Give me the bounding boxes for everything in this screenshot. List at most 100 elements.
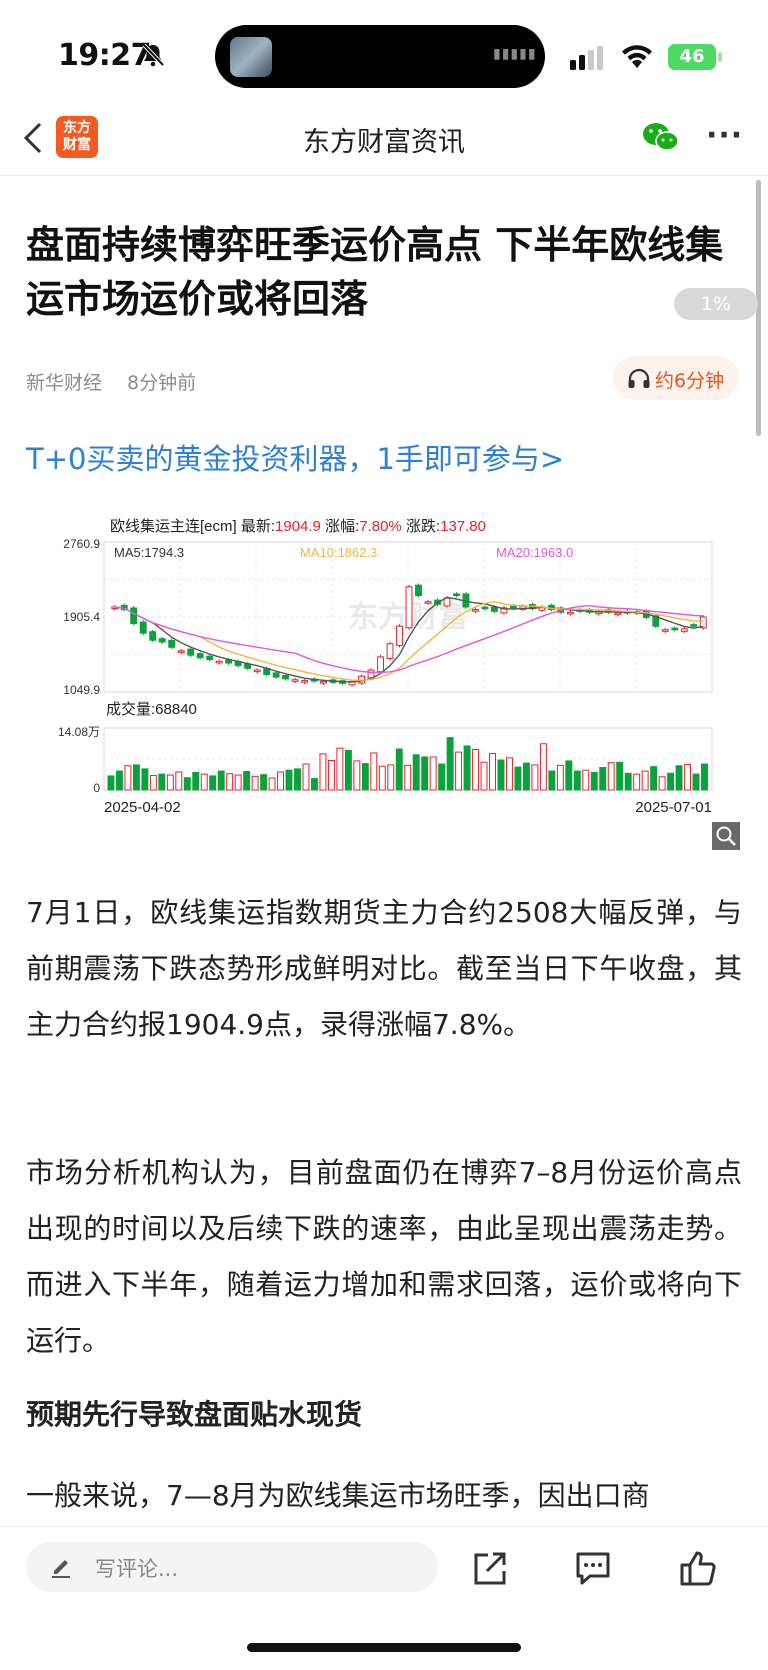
battery-tip <box>718 52 722 62</box>
x-axis-label: 2025-07-01 <box>635 799 712 816</box>
candle <box>158 638 166 643</box>
volume-bar <box>344 749 352 791</box>
volume-bar <box>310 778 318 791</box>
volume-bar <box>539 743 547 791</box>
volume-bar <box>633 773 641 791</box>
volume-bar <box>455 751 463 791</box>
volume-bar <box>692 773 700 791</box>
volume-bar <box>353 760 361 791</box>
volume-bar <box>277 771 285 791</box>
y-tick-label: 1049.9 <box>63 683 100 697</box>
volume-bar <box>166 774 174 791</box>
volume-label: 成交量:68840 <box>106 700 197 718</box>
article-paragraph-2: 市场分析机构认为，目前盘面仍在博弈7–8月份运价高点出现的时间以及后续下跌的速率… <box>26 1156 742 1357</box>
volume-bar <box>115 770 123 791</box>
candle <box>320 680 328 684</box>
signal-icon <box>570 46 606 70</box>
y-tick-label: 2760.9 <box>63 537 100 551</box>
like-icon[interactable] <box>678 1548 718 1588</box>
volume-bar <box>319 753 327 791</box>
candle <box>490 606 498 612</box>
volume-bar <box>590 771 598 791</box>
volume-bar <box>395 748 403 791</box>
volume-bar <box>183 777 191 791</box>
candle <box>443 597 451 607</box>
volume-bar <box>370 752 378 791</box>
volume-bar <box>124 765 132 791</box>
headphones-icon <box>627 367 651 389</box>
bell-muted-icon <box>140 42 166 68</box>
volume-bar <box>387 764 395 791</box>
candle <box>509 605 517 609</box>
article-source: 新华财经 <box>26 372 103 394</box>
article-paragraph-3: 一般来说，7—8月为欧线集运市场旺季，因出口商 <box>26 1479 650 1512</box>
futures-kline-chart[interactable]: 欧线集运主连[ecm] 最新:1904.9 涨幅:7.80% 涨跌:137.80… <box>50 510 756 850</box>
y-tick-label: 1905.4 <box>63 610 100 624</box>
home-indicator[interactable] <box>247 1643 521 1652</box>
volume-bar <box>107 775 115 791</box>
candle <box>168 639 176 648</box>
candle <box>614 612 622 616</box>
volume-bar <box>489 752 496 791</box>
volume-bar <box>658 776 666 791</box>
candle <box>415 584 422 597</box>
volume-bar <box>302 763 310 791</box>
volume-bar <box>200 773 208 791</box>
candle <box>177 650 185 653</box>
volume-bar <box>684 763 691 791</box>
volume-bar <box>175 771 183 791</box>
share-icon[interactable] <box>470 1548 510 1588</box>
candle <box>272 672 280 678</box>
volume-bar <box>506 757 513 791</box>
chart-header: 欧线集运主连[ecm] 最新:1904.9 涨幅:7.80% 涨跌:137.80 <box>110 518 486 535</box>
comment-icon[interactable] <box>573 1548 613 1588</box>
volume-bar <box>421 756 429 791</box>
candle <box>690 624 698 627</box>
volume-bar <box>132 764 140 791</box>
volume-bar <box>641 770 649 791</box>
volume-bar <box>616 761 624 791</box>
volume-tick-label: 14.08万 <box>58 725 100 739</box>
candle <box>130 607 138 625</box>
promo-link[interactable]: T+0买卖的黄金投资利器，1手即可参与> <box>26 436 564 478</box>
volume-bar <box>268 777 276 791</box>
volume-bar <box>573 770 581 791</box>
article-title: 盘面持续博弈旺季运价高点 下半年欧线集运市场运价或将回落 <box>26 223 724 321</box>
x-axis-label: 2025-04-02 <box>104 799 181 816</box>
wechat-share-icon[interactable] <box>642 120 680 154</box>
candle <box>566 611 574 615</box>
ma10-label: MA10:1862.3 <box>300 545 377 560</box>
comment-placeholder: 写评论... <box>95 1557 179 1581</box>
candle <box>196 653 204 659</box>
candle <box>386 643 394 660</box>
volume-bar <box>472 748 480 791</box>
volume-bar <box>675 765 683 791</box>
volume-bar <box>624 772 632 791</box>
volume-bar <box>336 747 344 791</box>
wifi-icon <box>620 44 654 70</box>
volume-bar <box>446 737 454 791</box>
comment-input[interactable] <box>26 1542 438 1592</box>
volume-bar <box>531 764 539 791</box>
volume-bar <box>361 763 369 791</box>
zoom-search-icon[interactable] <box>712 822 740 850</box>
candle <box>187 648 195 656</box>
candle <box>139 621 147 634</box>
volume-bar <box>404 764 412 791</box>
candle <box>206 655 214 661</box>
candle <box>301 680 309 683</box>
volume-bar <box>226 773 234 791</box>
volume-bar <box>463 745 471 791</box>
candle <box>671 627 679 631</box>
volume-bar <box>209 775 217 791</box>
read-progress-badge: 1% <box>674 288 758 320</box>
volume-bar <box>514 766 522 791</box>
more-options-icon[interactable]: ··· <box>706 118 743 153</box>
volume-bar <box>285 769 293 791</box>
candle <box>405 586 413 629</box>
battery-icon: 46 <box>668 44 716 70</box>
volume-bar <box>522 762 530 791</box>
volume-bar <box>548 770 556 791</box>
volume-bar <box>294 768 301 791</box>
volume-bar <box>429 756 437 791</box>
